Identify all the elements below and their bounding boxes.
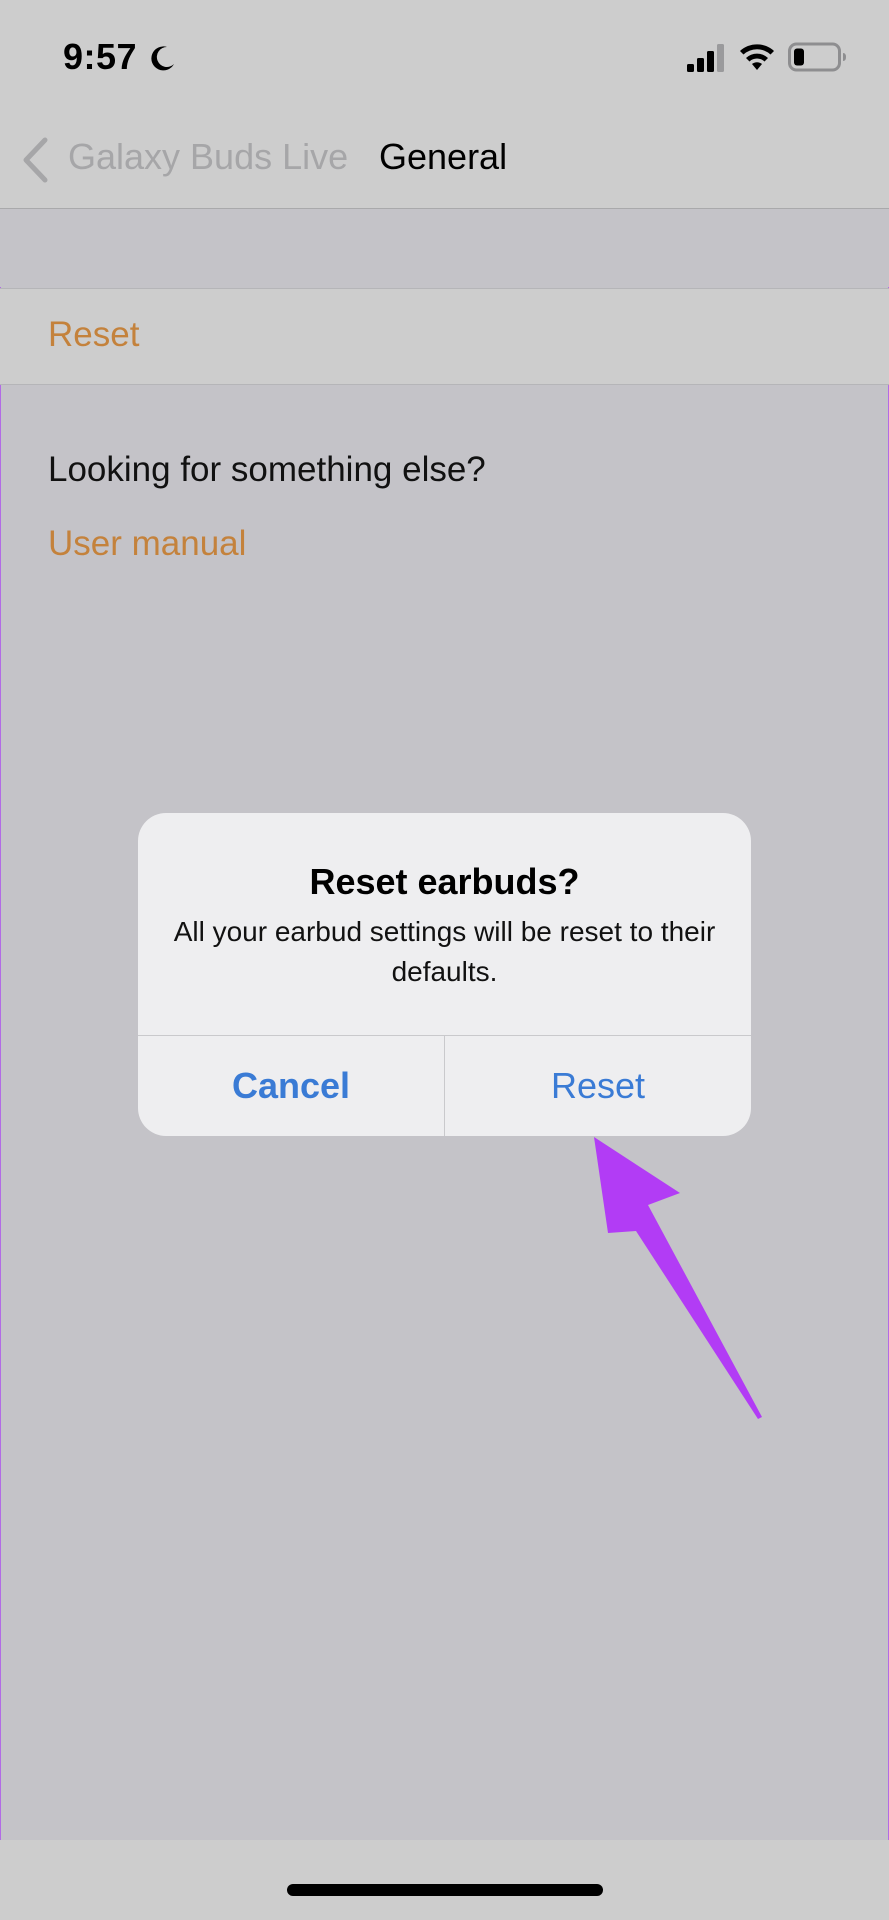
reset-list-item-label[interactable]: Reset — [48, 315, 139, 355]
reset-list-item[interactable]: Reset — [0, 288, 889, 385]
annotation-arrow-icon — [594, 1137, 762, 1419]
cellular-signal-icon — [687, 44, 724, 72]
bottom-bar — [0, 1840, 889, 1920]
home-indicator[interactable] — [287, 1884, 603, 1896]
moon-icon — [151, 46, 174, 71]
reset-confirm-dialog: Reset earbuds? All your earbud settings … — [138, 813, 751, 1136]
user-manual-link[interactable]: User manual — [48, 524, 246, 564]
section-spacer — [0, 209, 889, 287]
reset-confirm-button[interactable]: Reset — [445, 1036, 751, 1136]
back-button-label[interactable]: Galaxy Buds Live — [68, 136, 348, 178]
status-time: 9:57 — [63, 36, 138, 77]
battery-icon — [788, 42, 846, 72]
top-bar: 9:57 Galaxy Buds Live General — [0, 0, 889, 209]
wifi-icon — [740, 44, 774, 70]
help-prompt: Looking for something else? — [48, 450, 486, 489]
dialog-message: All your earbud settings will be reset t… — [173, 916, 716, 987]
cancel-button[interactable]: Cancel — [138, 1036, 444, 1136]
back-chevron-icon[interactable] — [20, 136, 50, 184]
page-title: General — [379, 136, 508, 177]
dialog-title: Reset earbuds? — [309, 861, 580, 902]
